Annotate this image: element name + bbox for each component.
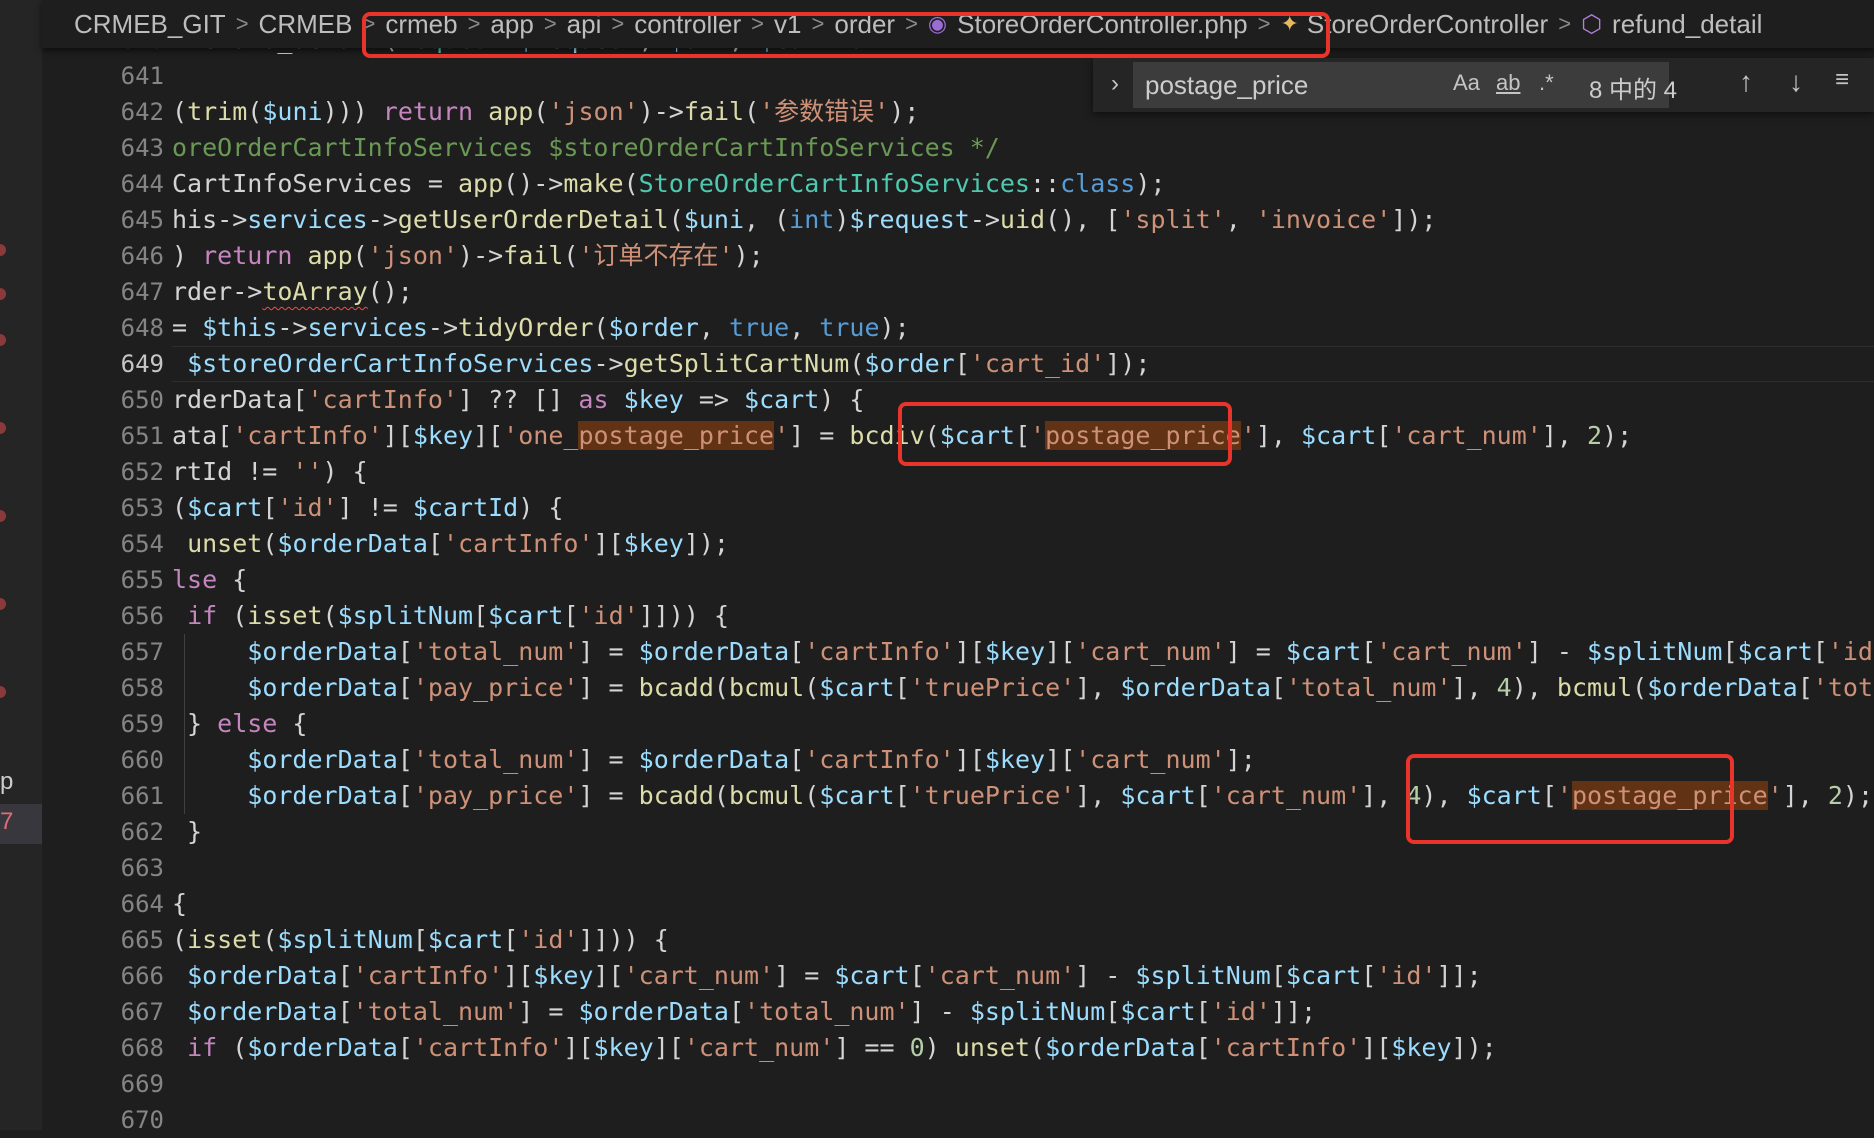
- code-line[interactable]: if (isset($splitNum[$cart['id']])) {: [172, 598, 729, 634]
- code-line[interactable]: oreOrderCartInfoServices $storeOrderCart…: [172, 130, 1000, 166]
- line-number: 666: [120, 962, 164, 990]
- code-line[interactable]: rderData['cartInfo'] ?? [] as $key => $c…: [172, 382, 864, 418]
- line-number: 651: [120, 422, 164, 450]
- breadcrumb-item[interactable]: CRMEB_GIT: [74, 9, 226, 40]
- explorer-partial-label: p: [0, 768, 14, 795]
- line-number-current: 649: [120, 350, 164, 378]
- annotation-box-line-661: [1406, 754, 1734, 844]
- line-number: 667: [120, 998, 164, 1026]
- line-number: 668: [120, 1034, 164, 1062]
- code-line[interactable]: (isset($splitNum[$cart['id']])) {: [172, 922, 669, 958]
- line-number: 656: [120, 602, 164, 630]
- line-number: 661: [120, 782, 164, 810]
- selection-icon[interactable]: ≡: [1835, 66, 1849, 94]
- expand-icon[interactable]: ›: [1111, 70, 1119, 98]
- explorer-current-label: 7: [0, 808, 14, 835]
- code-line[interactable]: }: [172, 814, 202, 850]
- annotation-box-file-path: [362, 12, 1330, 58]
- line-number: 669: [120, 1070, 164, 1098]
- code-line[interactable]: $orderData['pay_price'] = bcadd(bcmul($c…: [172, 670, 1874, 706]
- line-number: 665: [120, 926, 164, 954]
- line-number: 662: [120, 818, 164, 846]
- code-line[interactable]: lse {: [172, 562, 247, 598]
- line-number: 642: [120, 98, 164, 126]
- breakpoint-dot[interactable]: [0, 334, 6, 346]
- breakpoint-dot[interactable]: [0, 510, 6, 522]
- breakpoint-dot[interactable]: [0, 686, 6, 698]
- code-line[interactable]: if ($orderData['cartInfo'][$key]['cart_n…: [172, 1030, 1497, 1066]
- line-number: 660: [120, 746, 164, 774]
- method-cube-icon: ⬡: [1581, 10, 1603, 38]
- line-number: 653: [120, 494, 164, 522]
- breakpoint-dot[interactable]: [0, 422, 6, 434]
- code-line[interactable]: unset($orderData['cartInfo'][$key]);: [172, 526, 729, 562]
- line-number: 641: [120, 62, 164, 90]
- line-number: 643: [120, 134, 164, 162]
- code-line[interactable]: $orderData['cartInfo'][$key]['cart_num']…: [172, 958, 1482, 994]
- breadcrumb-method[interactable]: refund_detail: [1612, 9, 1762, 40]
- line-number: 657: [120, 638, 164, 666]
- chevron-right-icon: >: [235, 11, 249, 36]
- code-line[interactable]: ) return app('json')->fail('订单不存在');: [172, 238, 764, 274]
- code-line[interactable]: CartInfoServices = app()->make(StoreOrde…: [172, 166, 1165, 202]
- line-number: 654: [120, 530, 164, 558]
- find-widget: › postage_price Aa ab .* 8 中的 4 ↑ ↓ ≡: [1093, 58, 1874, 112]
- line-number: 659: [120, 710, 164, 738]
- line-number: 647: [120, 278, 164, 306]
- line-number: 644: [120, 170, 164, 198]
- breadcrumb-item[interactable]: CRMEB: [259, 9, 353, 40]
- line-number: 648: [120, 314, 164, 342]
- breadcrumb-class[interactable]: StoreOrderController: [1307, 9, 1548, 40]
- line-number: 670: [120, 1106, 164, 1134]
- code-line[interactable]: (trim($uni))) return app('json')->fail('…: [172, 94, 919, 130]
- regex-icon[interactable]: .*: [1539, 70, 1554, 96]
- breakpoint-dot[interactable]: [0, 288, 6, 300]
- code-line[interactable]: rder->toArray();: [172, 274, 413, 310]
- code-line[interactable]: ($cart['id'] != $cartId) {: [172, 490, 563, 526]
- arrow-down-icon[interactable]: ↓: [1789, 66, 1803, 98]
- match-case-icon[interactable]: Aa: [1453, 70, 1480, 96]
- code-editor[interactable]: refund_detail(Request $request, $uni, $c…: [172, 0, 1874, 1130]
- line-number: 645: [120, 206, 164, 234]
- breakpoint-dot[interactable]: [0, 244, 6, 256]
- annotation-box-line-651: [898, 402, 1232, 466]
- code-line[interactable]: } else {: [172, 706, 307, 742]
- line-number: 664: [120, 890, 164, 918]
- code-line-current[interactable]: $storeOrderCartInfoServices->getSplitCar…: [172, 346, 1150, 382]
- chevron-right-icon: >: [1558, 11, 1572, 36]
- line-number-gutter: 640 641 642 643 644 645 646 647 648 649 …: [42, 0, 164, 1134]
- code-line[interactable]: $orderData['total_num'] = $orderData['ca…: [172, 634, 1874, 670]
- line-number: 663: [120, 854, 164, 882]
- code-line[interactable]: {: [172, 886, 187, 922]
- activity-gutter: p 7: [0, 0, 42, 1130]
- line-number: 652: [120, 458, 164, 486]
- code-line[interactable]: $orderData['total_num'] = $orderData['ca…: [172, 742, 1256, 778]
- whole-word-icon[interactable]: ab: [1496, 70, 1520, 96]
- code-line[interactable]: his->services->getUserOrderDetail($uni, …: [172, 202, 1436, 238]
- line-number: 646: [120, 242, 164, 270]
- find-query: postage_price: [1145, 70, 1309, 100]
- breakpoint-dot[interactable]: [0, 598, 6, 610]
- code-line[interactable]: rtId != '') {: [172, 454, 368, 490]
- find-result-count: 8 中的 4: [1589, 77, 1678, 104]
- arrow-up-icon[interactable]: ↑: [1739, 66, 1753, 98]
- explorer-current-item[interactable]: 7: [0, 804, 42, 844]
- line-number: 650: [120, 386, 164, 414]
- code-line[interactable]: = $this->services->tidyOrder($order, tru…: [172, 310, 910, 346]
- line-number: 655: [120, 566, 164, 594]
- line-number: 658: [120, 674, 164, 702]
- code-line[interactable]: $orderData['total_num'] = $orderData['to…: [172, 994, 1316, 1030]
